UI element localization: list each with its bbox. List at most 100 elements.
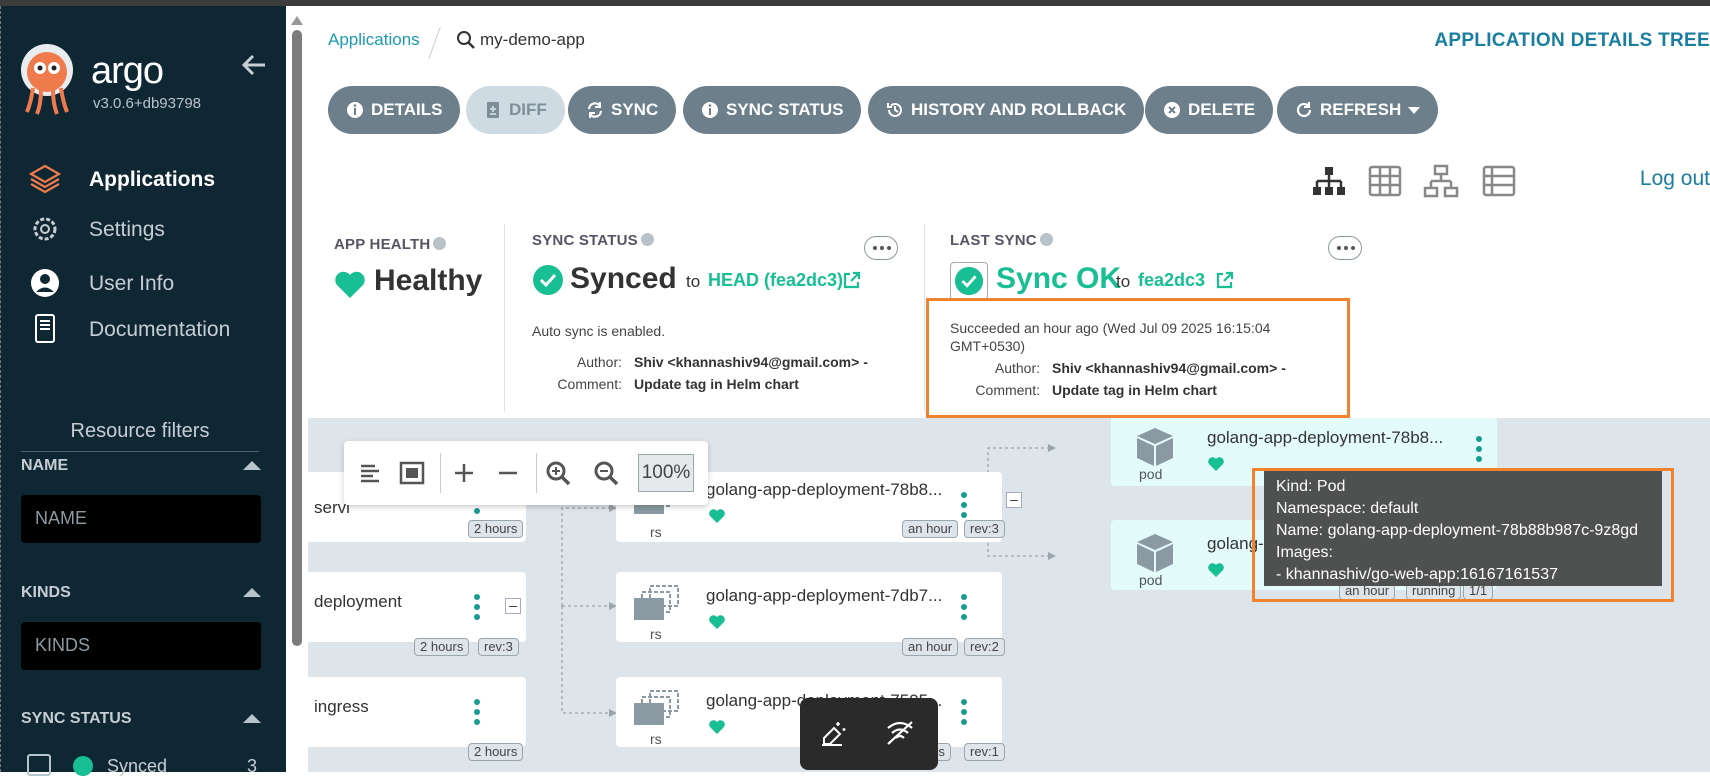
app-health-caption: APP HEALTH [334,236,494,253]
comment-value: Update tag in Helm chart [634,376,799,392]
external-link-icon[interactable] [842,270,862,290]
kinds-filter-input[interactable]: KINDS [21,622,261,670]
kind-label: rs [650,731,662,747]
help-icon[interactable] [433,237,447,250]
sync-ok-icon-frame [950,262,988,300]
resource-tree-canvas[interactable]: servi 2 hours deployment 2 hours rev:3 –… [308,418,1710,772]
history-rollback-button[interactable]: HISTORY AND ROLLBACK [868,86,1145,134]
last-sync-to-label: to [1116,272,1131,291]
sync-revision-link[interactable]: HEAD (fea2dc3) [708,270,843,291]
breadcrumb-applications[interactable]: Applications [328,30,420,50]
kind-label: rs [650,524,662,540]
info-icon [346,101,364,119]
collapse-triangle-icon[interactable] [243,461,261,470]
pod-cube-icon [1137,534,1173,572]
diff-label: DIFF [509,100,547,119]
sidebar-item-documentation[interactable]: Documentation [1,307,287,351]
zoom-level[interactable]: 100% [638,454,694,492]
floating-tool-bar [800,698,938,770]
filter-name-heading[interactable]: NAME [21,457,261,475]
help-icon[interactable] [1039,233,1053,246]
collapse-triangle-icon[interactable] [243,588,261,597]
synced-checkbox[interactable] [27,754,51,776]
collapse-triangle-icon[interactable] [243,714,261,723]
refresh-icon [1295,101,1313,119]
vertical-scrollbar[interactable] [292,30,302,646]
brand-name: argo [91,50,164,92]
breadcrumb-current: my-demo-app [480,30,585,49]
sidebar-item-applications[interactable]: Applications [1,157,287,201]
zoom-in-icon[interactable] [542,457,574,489]
sync-to-label: to [686,272,701,291]
external-link-icon[interactable] [1215,270,1235,290]
replicaset-icon [634,690,679,725]
logout-link[interactable]: Log out [1640,167,1710,191]
magic-eraser-icon[interactable] [818,718,848,748]
heart-icon [1208,457,1224,471]
node-menu-icon[interactable] [961,594,967,620]
heart-icon [1208,563,1224,577]
pods-grid-icon[interactable] [1366,163,1404,199]
node-menu-icon[interactable] [1476,436,1482,462]
tree-view-icon[interactable] [1310,163,1348,199]
app-health-caption-text: APP HEALTH [334,236,431,253]
comment-label: Comment: [557,376,622,392]
zoom-out-icon[interactable] [590,457,622,489]
sidebar-item-settings[interactable]: Settings [1,207,287,251]
filter-kinds-label: KINDS [21,584,71,601]
last-sync-revision-link[interactable]: fea2dc3 [1138,270,1205,291]
heart-icon [709,615,725,629]
refresh-label: REFRESH [1320,100,1402,119]
node-menu-icon[interactable] [474,594,480,620]
deployment-node[interactable]: deployment 2 hours rev:3 [308,572,526,656]
node-menu-icon[interactable] [961,699,967,725]
filter-sync-status-heading[interactable]: SYNC STATUS [21,710,261,728]
ingress-node[interactable]: ingress 2 hours [308,677,526,761]
heart-icon [709,509,725,523]
scroll-up-arrow-icon[interactable] [291,16,303,25]
health-value: Healthy [374,264,483,297]
align-left-icon[interactable] [354,457,386,489]
sync-status-caption: SYNC STATUS [532,232,892,249]
node-menu-icon[interactable] [961,492,967,518]
age-tag: 2 hours [468,520,524,538]
help-icon[interactable] [640,233,654,246]
sidebar-item-user-info[interactable]: User Info [1,261,287,305]
node-menu-icon[interactable] [474,699,480,725]
replicaset-node[interactable]: rs golang-app-deployment-7db7... an hour… [616,572,1005,656]
check-circle-icon [533,265,563,295]
network-view-icon[interactable] [1422,163,1460,199]
page-title: APPLICATION DETAILS TREE [1434,30,1710,51]
list-view-icon[interactable] [1480,163,1518,199]
sync-status-caption-text: SYNC STATUS [532,232,638,249]
details-button[interactable]: DETAILS [328,86,461,134]
fit-screen-icon[interactable] [396,457,428,489]
node-name: ingress [314,697,369,716]
health-status: Healthy [334,264,494,304]
delete-button[interactable]: DELETE [1145,86,1274,134]
name-filter-input[interactable]: NAME [21,495,261,543]
zoom-minus-icon[interactable] [492,457,524,489]
author-label: Author: [576,354,622,370]
divider [504,224,505,412]
collapse-minus-icon[interactable]: – [505,598,521,614]
last-sync-more-button[interactable] [1328,236,1362,260]
zoom-plus-icon[interactable] [448,457,480,489]
sync-status-button[interactable]: SYNC STATUS [683,86,862,134]
sidebar: argo v3.0.6+db93798 Applications Setting… [0,6,287,776]
sync-button[interactable]: SYNC [568,86,677,134]
last-sync-caption-text: LAST SYNC [950,232,1037,249]
breadcrumb-separator [428,26,441,60]
status-panel: APP HEALTH Healthy SYNC STATUS Synced to… [304,218,1710,422]
refresh-button[interactable]: REFRESH [1277,86,1439,134]
collapse-minus-icon[interactable]: – [1006,492,1022,508]
filter-synced-option[interactable]: Synced 3 [27,752,257,776]
collapse-arrow-icon[interactable] [239,50,269,80]
wireless-off-icon[interactable] [884,718,916,748]
search-icon [457,31,475,49]
sync-status-more-button[interactable] [864,236,898,260]
version-label: v3.0.6+db93798 [93,95,202,112]
gear-icon [33,217,57,241]
diff-button[interactable]: DIFF [466,86,565,134]
filter-kinds-heading[interactable]: KINDS [21,584,261,602]
